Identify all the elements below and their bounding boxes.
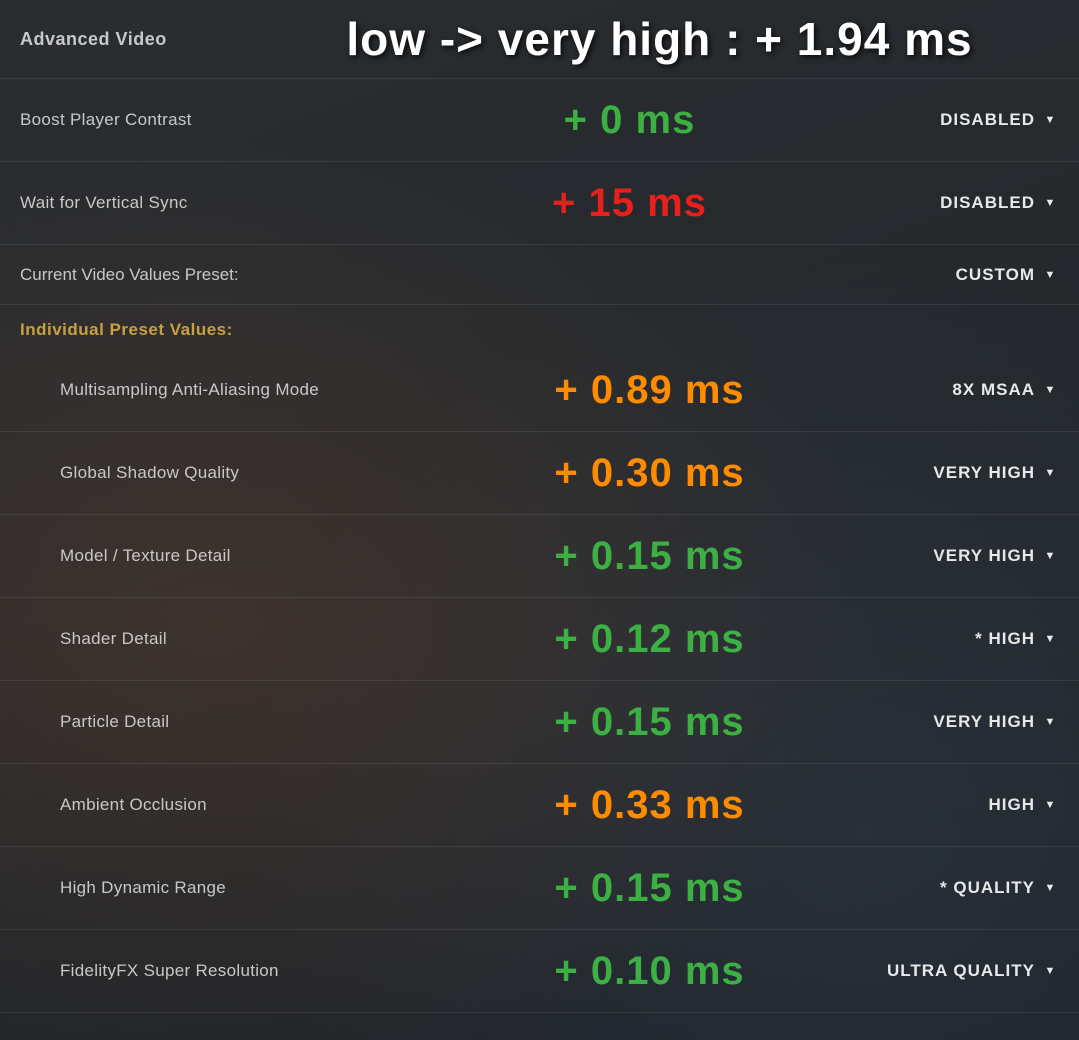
boost-player-contrast-chevron-icon[interactable]: [1041, 111, 1059, 129]
individual-preset-section: Individual Preset Values:: [0, 305, 1079, 349]
ambient-occlusion-value[interactable]: HIGH: [839, 795, 1059, 815]
model-texture-chevron-icon[interactable]: [1041, 547, 1059, 565]
hdr-value[interactable]: * QUALITY: [839, 878, 1059, 898]
boost-player-contrast-row: Boost Player Contrast + 0 ms DISABLED: [0, 79, 1079, 162]
wait-vertical-sync-chevron-icon[interactable]: [1041, 194, 1059, 212]
ambient-occlusion-label: Ambient Occlusion: [60, 795, 460, 815]
hdr-ms: + 0.15 ms: [460, 866, 839, 911]
model-texture-label: Model / Texture Detail: [60, 546, 460, 566]
shader-detail-ms: + 0.12 ms: [460, 617, 839, 662]
wait-vertical-sync-value-label: DISABLED: [940, 193, 1035, 213]
global-shadow-value-label: VERY HIGH: [933, 463, 1035, 483]
boost-player-contrast-ms: + 0 ms: [420, 98, 839, 143]
shader-detail-row: Shader Detail + 0.12 ms * HIGH: [0, 598, 1079, 681]
hdr-row: High Dynamic Range + 0.15 ms * QUALITY: [0, 847, 1079, 930]
current-video-preset-value-label: CUSTOM: [956, 265, 1035, 285]
msaa-ms: + 0.89 ms: [460, 368, 839, 413]
global-shadow-ms: + 0.30 ms: [460, 451, 839, 496]
header-row: Advanced Video low -> very high : + 1.94…: [0, 0, 1079, 79]
wait-vertical-sync-row: Wait for Vertical Sync + 15 ms DISABLED: [0, 162, 1079, 245]
particle-detail-ms: + 0.15 ms: [460, 700, 839, 745]
particle-detail-value[interactable]: VERY HIGH: [839, 712, 1059, 732]
fidelityfx-ms: + 0.10 ms: [460, 949, 839, 994]
individual-preset-label: Individual Preset Values:: [20, 320, 233, 340]
particle-detail-value-label: VERY HIGH: [933, 712, 1035, 732]
msaa-value-label: 8X MSAA: [952, 380, 1035, 400]
ambient-occlusion-value-label: HIGH: [989, 795, 1036, 815]
boost-player-contrast-value[interactable]: DISABLED: [839, 110, 1059, 130]
global-shadow-chevron-icon[interactable]: [1041, 464, 1059, 482]
boost-player-contrast-label: Boost Player Contrast: [20, 110, 420, 130]
hdr-chevron-icon[interactable]: [1041, 879, 1059, 897]
global-shadow-row: Global Shadow Quality + 0.30 ms VERY HIG…: [0, 432, 1079, 515]
fidelityfx-chevron-icon[interactable]: [1041, 962, 1059, 980]
current-video-preset-row: Current Video Values Preset: CUSTOM: [0, 245, 1079, 305]
section-title: Advanced Video: [20, 29, 260, 50]
particle-detail-chevron-icon[interactable]: [1041, 713, 1059, 731]
hdr-value-label: * QUALITY: [940, 878, 1035, 898]
particle-detail-row: Particle Detail + 0.15 ms VERY HIGH: [0, 681, 1079, 764]
shader-detail-label: Shader Detail: [60, 629, 460, 649]
model-texture-ms: + 0.15 ms: [460, 534, 839, 579]
global-shadow-label: Global Shadow Quality: [60, 463, 460, 483]
fidelityfx-row: FidelityFX Super Resolution + 0.10 ms UL…: [0, 930, 1079, 1013]
current-video-preset-label: Current Video Values Preset:: [20, 265, 956, 285]
model-texture-value[interactable]: VERY HIGH: [839, 546, 1059, 566]
fidelityfx-value-label: ULTRA QUALITY: [887, 961, 1035, 981]
msaa-label: Multisampling Anti-Aliasing Mode: [60, 380, 460, 400]
ambient-occlusion-chevron-icon[interactable]: [1041, 796, 1059, 814]
boost-player-contrast-value-label: DISABLED: [940, 110, 1035, 130]
current-video-preset-chevron-icon[interactable]: [1041, 266, 1059, 284]
hdr-label: High Dynamic Range: [60, 878, 460, 898]
current-video-preset-value[interactable]: CUSTOM: [956, 265, 1059, 285]
shader-detail-value[interactable]: * HIGH: [839, 629, 1059, 649]
shader-detail-value-label: * HIGH: [975, 629, 1035, 649]
fidelityfx-value[interactable]: ULTRA QUALITY: [839, 961, 1059, 981]
msaa-row: Multisampling Anti-Aliasing Mode + 0.89 …: [0, 349, 1079, 432]
global-shadow-value[interactable]: VERY HIGH: [839, 463, 1059, 483]
advanced-video-panel: Advanced Video low -> very high : + 1.94…: [0, 0, 1079, 1013]
header-summary: low -> very high : + 1.94 ms: [260, 12, 1059, 66]
ambient-occlusion-ms: + 0.33 ms: [460, 783, 839, 828]
model-texture-value-label: VERY HIGH: [933, 546, 1035, 566]
fidelityfx-label: FidelityFX Super Resolution: [60, 961, 460, 981]
wait-vertical-sync-value[interactable]: DISABLED: [839, 193, 1059, 213]
wait-vertical-sync-ms: + 15 ms: [420, 181, 839, 226]
model-texture-row: Model / Texture Detail + 0.15 ms VERY HI…: [0, 515, 1079, 598]
particle-detail-label: Particle Detail: [60, 712, 460, 732]
ambient-occlusion-row: Ambient Occlusion + 0.33 ms HIGH: [0, 764, 1079, 847]
shader-detail-chevron-icon[interactable]: [1041, 630, 1059, 648]
msaa-chevron-icon[interactable]: [1041, 381, 1059, 399]
msaa-value[interactable]: 8X MSAA: [839, 380, 1059, 400]
wait-vertical-sync-label: Wait for Vertical Sync: [20, 193, 420, 213]
